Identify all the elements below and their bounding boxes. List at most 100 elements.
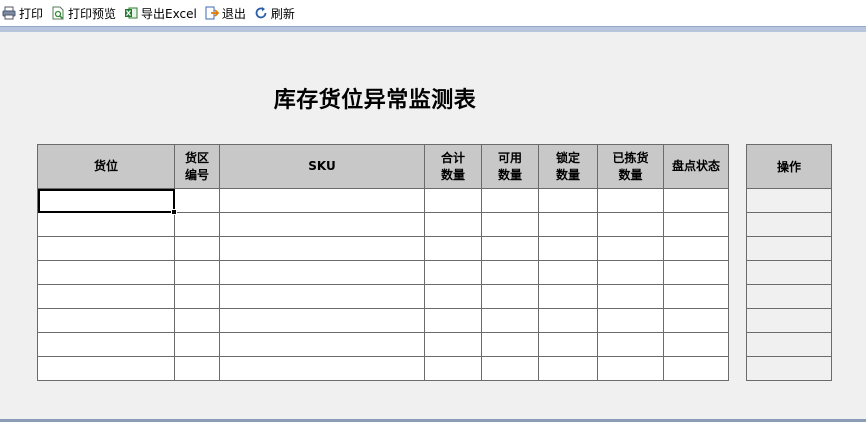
export-excel-button[interactable]: 导出Excel <box>124 2 197 24</box>
table-cell[interactable] <box>37 236 175 261</box>
operation-cell[interactable] <box>746 284 832 309</box>
table-cell[interactable] <box>424 212 482 237</box>
table-cell[interactable] <box>219 308 425 333</box>
print-button[interactable]: 打印 <box>2 2 43 24</box>
print-preview-button[interactable]: 打印预览 <box>51 2 116 24</box>
table-cell[interactable] <box>174 236 220 261</box>
column-header: 合计 数量 <box>424 144 482 189</box>
table-cell[interactable] <box>663 332 729 357</box>
table-row <box>37 284 729 309</box>
table-cell[interactable] <box>481 212 539 237</box>
operation-row <box>746 308 832 333</box>
table-cell[interactable] <box>538 236 598 261</box>
table-body <box>37 188 729 381</box>
table-cell[interactable] <box>424 332 482 357</box>
table-cell[interactable] <box>424 260 482 285</box>
table-cell[interactable] <box>174 308 220 333</box>
fill-handle[interactable] <box>171 209 177 215</box>
table-cell[interactable] <box>174 212 220 237</box>
print-label: 打印 <box>19 6 44 21</box>
table-cell[interactable] <box>174 188 220 213</box>
table-cell[interactable] <box>481 284 539 309</box>
table-cell[interactable] <box>481 308 539 333</box>
table-cell[interactable] <box>37 332 175 357</box>
column-header-line2: 编号 <box>184 167 209 182</box>
operation-cell[interactable] <box>746 332 832 357</box>
table-cell[interactable] <box>424 188 482 213</box>
table-cell[interactable] <box>481 356 539 381</box>
refresh-label: 刷新 <box>270 6 295 21</box>
column-header: SKU <box>219 144 425 189</box>
operation-row <box>746 284 832 309</box>
table-cell[interactable] <box>219 236 425 261</box>
table-cell[interactable] <box>481 188 539 213</box>
table-cell[interactable] <box>424 284 482 309</box>
table-cell[interactable] <box>37 308 175 333</box>
table-cell[interactable] <box>37 212 175 237</box>
table-cell[interactable] <box>538 284 598 309</box>
table-cell[interactable] <box>174 260 220 285</box>
table-cell[interactable] <box>174 284 220 309</box>
table-cell[interactable] <box>538 332 598 357</box>
table-cell[interactable] <box>424 308 482 333</box>
operation-cell[interactable] <box>746 260 832 285</box>
table-cell[interactable] <box>663 308 729 333</box>
table-cell[interactable] <box>663 356 729 381</box>
print-preview-label: 打印预览 <box>68 6 117 21</box>
table-cell[interactable] <box>597 212 664 237</box>
table-cell[interactable] <box>174 332 220 357</box>
refresh-button[interactable]: 刷新 <box>254 2 295 24</box>
table-cell[interactable] <box>663 284 729 309</box>
table-cell[interactable] <box>663 236 729 261</box>
table-cell[interactable] <box>597 308 664 333</box>
table-cell[interactable] <box>481 260 539 285</box>
table-cell[interactable] <box>538 308 598 333</box>
table-cell[interactable] <box>219 260 425 285</box>
table-cell[interactable] <box>663 212 729 237</box>
table-cell[interactable] <box>538 356 598 381</box>
operation-cell[interactable] <box>746 236 832 261</box>
table-cell[interactable] <box>597 236 664 261</box>
table-cell[interactable] <box>597 284 664 309</box>
table-cell[interactable] <box>424 236 482 261</box>
toolbar-divider <box>0 26 866 32</box>
table-cell[interactable] <box>597 332 664 357</box>
table-row <box>37 212 729 237</box>
toolbar: 打印 打印预览 导出Excel 退出 刷新 <box>0 0 866 26</box>
table-cell[interactable] <box>37 284 175 309</box>
selected-cell[interactable] <box>37 188 177 215</box>
table-cell[interactable] <box>597 356 664 381</box>
column-header-line2: 数量 <box>440 167 465 182</box>
table-cell[interactable] <box>481 332 539 357</box>
table-cell[interactable] <box>219 332 425 357</box>
table-cell[interactable] <box>219 284 425 309</box>
exit-icon <box>205 6 220 20</box>
operation-cell[interactable] <box>746 308 832 333</box>
table-cell[interactable] <box>538 260 598 285</box>
table-cell[interactable] <box>663 188 729 213</box>
table-cell[interactable] <box>538 212 598 237</box>
operation-row <box>746 332 832 357</box>
column-header-line1: 盘点状态 <box>671 159 720 173</box>
inventory-table: 货位 货区 编号 SKU 合计 数量 可用 数量 锁定 数量 已拣货 数量 盘点状态 <box>37 144 729 381</box>
column-header-line1: 合计 <box>440 150 465 165</box>
table-cell[interactable] <box>597 188 664 213</box>
table-cell[interactable] <box>219 212 425 237</box>
table-cell[interactable] <box>37 356 175 381</box>
table-cell[interactable] <box>663 260 729 285</box>
operation-cell[interactable] <box>746 356 832 381</box>
exit-button[interactable]: 退出 <box>205 2 246 24</box>
table-cell[interactable] <box>219 356 425 381</box>
export-excel-label: 导出Excel <box>141 6 197 21</box>
column-header: 货区 编号 <box>174 144 220 189</box>
column-header-line1: 可用 <box>497 150 522 165</box>
table-cell[interactable] <box>219 188 425 213</box>
table-cell[interactable] <box>424 356 482 381</box>
table-cell[interactable] <box>597 260 664 285</box>
operation-cell[interactable] <box>746 188 832 213</box>
table-cell[interactable] <box>538 188 598 213</box>
table-cell[interactable] <box>37 260 175 285</box>
table-cell[interactable] <box>481 236 539 261</box>
operation-cell[interactable] <box>746 212 832 237</box>
table-cell[interactable] <box>174 356 220 381</box>
